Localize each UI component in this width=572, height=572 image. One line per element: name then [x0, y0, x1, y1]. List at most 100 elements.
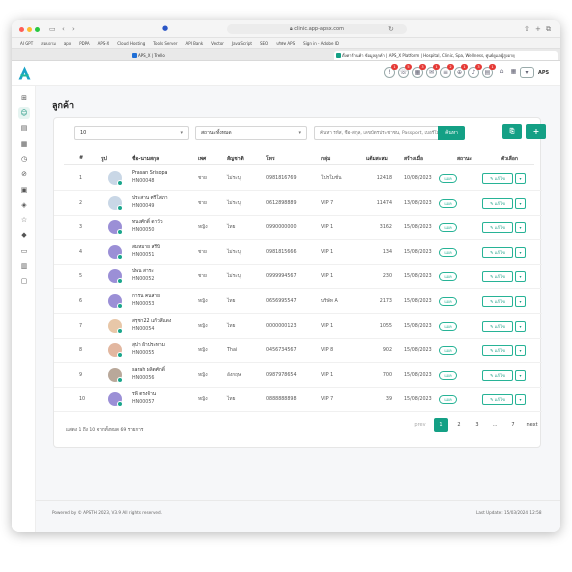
bell-icon[interactable]: ♪ 3	[468, 64, 482, 78]
edit-button[interactable]: ✎ แก้ไข	[482, 345, 513, 357]
row-menu-button[interactable]: ▾	[515, 197, 526, 209]
reload-icon[interactable]: ↻	[388, 25, 394, 33]
customer-nationality: Thai	[227, 348, 238, 354]
chat-icon[interactable]: ✉ 1	[426, 64, 440, 78]
customer-name[interactable]: สรุชา22 แก้วสีแดง	[132, 319, 171, 325]
grid-icon[interactable]: ▦	[508, 67, 519, 78]
export-button[interactable]: ⎘	[502, 124, 522, 139]
edit-button[interactable]: ✎ แก้ไข	[482, 197, 513, 209]
sidebar-item-inventory[interactable]: ▣	[18, 184, 30, 196]
alert-icon[interactable]: ! 1	[384, 64, 398, 78]
row-menu-button[interactable]: ▾	[515, 394, 526, 406]
bank-icon[interactable]: ⌂	[496, 67, 507, 78]
close-window-button[interactable]	[19, 27, 24, 32]
column-header: กลุ่ม	[321, 156, 331, 162]
bookmark-item[interactable]: APS-X	[94, 38, 114, 49]
add-customer-button[interactable]: +	[526, 124, 546, 139]
sidebar-item-dashboard[interactable]: ⊞	[18, 92, 30, 104]
pagination-next[interactable]: next	[524, 418, 540, 432]
pagination-page-1[interactable]: 1	[434, 418, 448, 432]
sidebar-item-history[interactable]: ◷	[18, 153, 30, 165]
row-menu-button[interactable]: ▾	[515, 271, 526, 283]
extension-icon[interactable]: ●	[162, 24, 168, 32]
search-input[interactable]	[314, 126, 438, 140]
bookmark-item[interactable]: Vector	[207, 38, 228, 49]
bookmark-item[interactable]: Tools Server	[149, 38, 181, 49]
row-menu-button[interactable]: ▾	[515, 296, 526, 307]
sidebar-toggle-icon[interactable]: ▭	[49, 25, 56, 33]
customer-name[interactable]: sarah ผลิตศักดิ์	[132, 368, 165, 374]
edit-button[interactable]: ✎ แก้ไข	[482, 296, 513, 307]
sidebar-item-settings[interactable]: ▢	[18, 275, 30, 287]
sidebar-item-medicine[interactable]: ⊘	[18, 168, 30, 180]
url-bar[interactable]: 🔒︎ clinic.app-apsx.com	[227, 24, 407, 34]
customer-name[interactable]: ประสาน ศรีโสภา	[132, 196, 168, 202]
browser-tab-active[interactable]: ตั้งค่าร้านค้า ข้อมูลลูกค้า | APS_X Plat…	[334, 51, 558, 60]
minimize-window-button[interactable]	[27, 27, 32, 32]
sidebar-item-layers[interactable]: ◈	[18, 199, 30, 211]
bookmark-item[interactable]: JavaScript	[228, 38, 256, 49]
bookmark-item[interactable]: PDPA	[75, 38, 93, 49]
share-icon[interactable]: ⇧	[524, 25, 530, 33]
sidebar-item-customers[interactable]: ☺	[18, 107, 30, 119]
pagination-page-2[interactable]: 2	[452, 418, 466, 432]
zoom-window-button[interactable]	[35, 27, 40, 32]
customer-name[interactable]: สมหมาย สรีบิ	[132, 245, 160, 251]
search-button[interactable]: ค้นหา	[438, 126, 465, 140]
customer-name[interactable]: รพี ตรงจ้าน	[132, 392, 156, 398]
row-menu-button[interactable]: ▾	[515, 173, 526, 184]
bookmark-item[interactable]: API Bank	[182, 38, 208, 49]
pagination-page-7[interactable]: 7	[506, 418, 520, 432]
row-menu-button[interactable]: ▾	[515, 345, 526, 357]
bookmark-item[interactable]: apx	[60, 38, 75, 49]
bookmark-item[interactable]: สอบถาม	[37, 38, 60, 49]
customer-name[interactable]: ทนงศักดิ์ ดาวัว	[132, 220, 163, 226]
edit-button[interactable]: ✎ แก้ไข	[482, 222, 513, 234]
page-size-select[interactable]: 10 ▾	[74, 126, 189, 140]
new-tab-icon[interactable]: +	[535, 25, 541, 33]
cart-icon[interactable]: ⊕ 1	[454, 64, 468, 78]
forward-icon[interactable]: ›	[72, 25, 75, 33]
bookmark-item[interactable]: SEO	[256, 38, 272, 49]
edit-button[interactable]: ✎ แก้ไข	[482, 271, 513, 283]
edit-button[interactable]: ✎ แก้ไข	[482, 394, 513, 406]
bookmark-item[interactable]: Sign in - Adobe ID	[299, 38, 343, 49]
tab-overview-icon[interactable]: ⧉	[546, 25, 551, 33]
customer-name[interactable]: สุปา ผ้าประทาม	[132, 343, 165, 349]
bookmark-ai-gpt[interactable]: AI GPT	[16, 38, 37, 49]
row-menu-button[interactable]: ▾	[515, 246, 526, 258]
edit-button[interactable]: ✎ แก้ไข	[482, 246, 513, 258]
row-menu-button[interactable]: ▾	[515, 320, 526, 332]
verified-icon	[117, 180, 123, 186]
customer-name[interactable]: Prasan Srisopa	[132, 171, 168, 177]
sidebar-item-folder[interactable]: ▭	[18, 245, 30, 257]
edit-button[interactable]: ✎ แก้ไข	[482, 320, 513, 332]
doc-icon[interactable]: ▤ 1	[482, 64, 496, 78]
app-logo-icon[interactable]	[18, 66, 31, 80]
row-menu-button[interactable]: ▾	[515, 222, 526, 234]
edit-button[interactable]: ✎ แก้ไข	[482, 369, 513, 381]
language-selector[interactable]: ▾	[520, 67, 534, 78]
bookmark-item[interactable]: บริษัท APS	[272, 38, 299, 49]
browser-tab[interactable]: APS_X | Trello	[130, 51, 270, 60]
status-filter-select[interactable]: สถานะทั้งหมด ▾	[195, 126, 307, 140]
sidebar-item-stack[interactable]: ◆	[18, 229, 30, 241]
customer-name[interactable]: ปพน สาระ	[132, 269, 154, 275]
bookmark-item[interactable]: Cloud Hosting	[113, 38, 149, 49]
sidebar-item-calendar[interactable]: ▦	[18, 138, 30, 150]
phone-icon[interactable]: ☏ 5	[398, 64, 412, 78]
back-icon[interactable]: ‹	[62, 25, 65, 33]
user-label[interactable]: APS	[538, 70, 549, 76]
sidebar-item-reports[interactable]: ▥	[18, 260, 30, 272]
edit-button[interactable]: ✎ แก้ไข	[482, 173, 513, 184]
queue-icon[interactable]: ≡ 2	[440, 64, 454, 78]
customer-name[interactable]: การน คนสาย	[132, 294, 160, 300]
row-menu-button[interactable]: ▾	[515, 369, 526, 381]
pagination-prev[interactable]: prev	[411, 418, 429, 432]
sidebar-item-records[interactable]: ▤	[18, 122, 30, 134]
pagination-page-3[interactable]: 3	[470, 418, 484, 432]
customer-points: 2173	[379, 299, 392, 304]
calendar-icon[interactable]: ▦ 3	[412, 64, 426, 78]
sidebar-item-favorites[interactable]: ☆	[18, 214, 30, 226]
customer-phone: 0981815666	[266, 249, 297, 255]
